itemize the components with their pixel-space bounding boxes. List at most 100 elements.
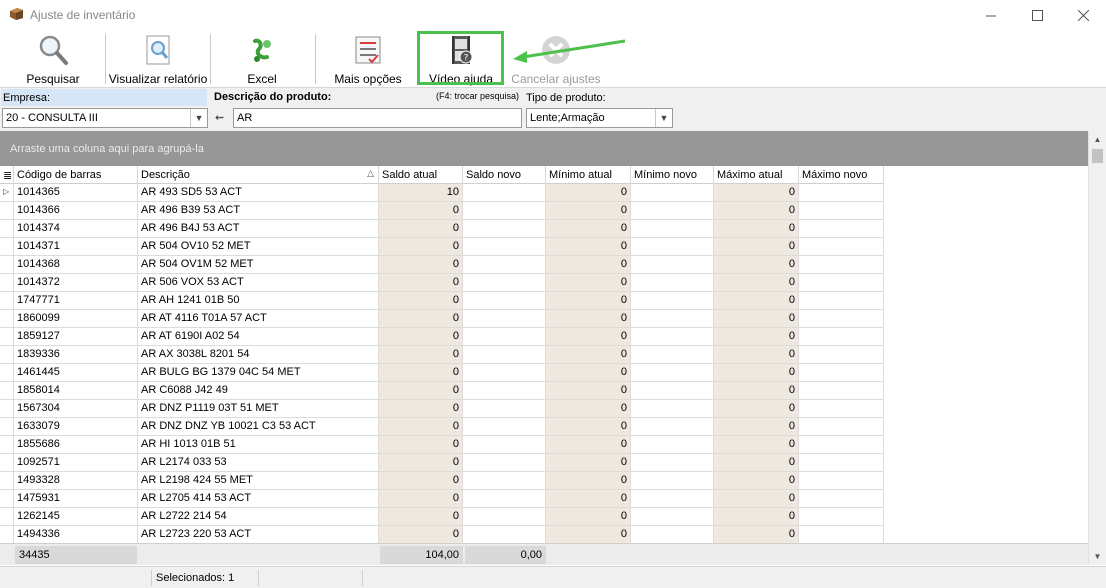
scroll-thumb[interactable]	[1092, 149, 1103, 163]
cell-maximo-novo[interactable]	[799, 220, 884, 237]
cell-maximo-novo[interactable]	[799, 292, 884, 309]
cell-minimo-novo[interactable]	[631, 436, 714, 453]
table-row[interactable]: 1014372 AR 506 VOX 53 ACT 0 0 0	[0, 274, 884, 292]
table-row[interactable]: 1014366 AR 496 B39 53 ACT 0 0 0	[0, 202, 884, 220]
column-header-saldo-novo[interactable]: Saldo novo	[463, 166, 546, 184]
cell-maximo-novo[interactable]	[799, 274, 884, 291]
column-header-minimo-novo[interactable]: Mínimo novo	[631, 166, 714, 184]
cell-minimo-novo[interactable]	[631, 274, 714, 291]
cell-saldo-novo[interactable]	[463, 256, 546, 273]
table-row[interactable]: 1475931 AR L2705 414 53 ACT 0 0 0	[0, 490, 884, 508]
cell-minimo-novo[interactable]	[631, 382, 714, 399]
cell-minimo-novo[interactable]	[631, 310, 714, 327]
minimize-button[interactable]	[968, 0, 1014, 30]
cell-minimo-novo[interactable]	[631, 508, 714, 525]
cell-saldo-novo[interactable]	[463, 472, 546, 489]
cell-maximo-novo[interactable]	[799, 454, 884, 471]
cell-maximo-novo[interactable]	[799, 256, 884, 273]
cell-saldo-novo[interactable]	[463, 184, 546, 201]
column-header-maximo-novo[interactable]: Máximo novo	[799, 166, 884, 184]
cell-minimo-novo[interactable]	[631, 292, 714, 309]
cell-minimo-novo[interactable]	[631, 220, 714, 237]
scroll-down-icon[interactable]: ▼	[1089, 548, 1106, 565]
cell-minimo-novo[interactable]	[631, 364, 714, 381]
cell-saldo-novo[interactable]	[463, 346, 546, 363]
cell-saldo-novo[interactable]	[463, 508, 546, 525]
table-row[interactable]: 1014371 AR 504 OV10 52 MET 0 0 0	[0, 238, 884, 256]
column-header-maximo-atual[interactable]: Máximo atual	[714, 166, 799, 184]
scroll-up-icon[interactable]: ▲	[1089, 131, 1106, 148]
cell-minimo-novo[interactable]	[631, 202, 714, 219]
table-row[interactable]: 1014374 AR 496 B4J 53 ACT 0 0 0	[0, 220, 884, 238]
table-row[interactable]: 1567304 AR DNZ P1119 03T 51 MET 0 0 0	[0, 400, 884, 418]
cell-maximo-novo[interactable]	[799, 328, 884, 345]
cell-maximo-novo[interactable]	[799, 238, 884, 255]
search-button[interactable]: Pesquisar	[20, 30, 86, 86]
cell-maximo-novo[interactable]	[799, 184, 884, 201]
cell-maximo-novo[interactable]	[799, 310, 884, 327]
more-options-button[interactable]: Mais opções	[330, 30, 406, 86]
group-by-panel[interactable]: Arraste uma coluna aqui para agrupá-la	[0, 131, 1088, 166]
table-row[interactable]: 1860099 AR AT 4116 T01A 57 ACT 0 0 0	[0, 310, 884, 328]
cell-maximo-novo[interactable]	[799, 418, 884, 435]
table-row[interactable]: ▷ 1014365 AR 493 SD5 53 ACT 10 0 0	[0, 184, 884, 202]
cell-saldo-novo[interactable]	[463, 202, 546, 219]
cell-saldo-novo[interactable]	[463, 400, 546, 417]
cell-minimo-novo[interactable]	[631, 184, 714, 201]
cell-saldo-novo[interactable]	[463, 310, 546, 327]
excel-button[interactable]: Excel	[231, 30, 293, 86]
cell-maximo-novo[interactable]	[799, 202, 884, 219]
cell-saldo-novo[interactable]	[463, 364, 546, 381]
cell-minimo-novo[interactable]	[631, 418, 714, 435]
column-chooser-icon[interactable]: ≣	[0, 166, 14, 184]
cell-saldo-novo[interactable]	[463, 418, 546, 435]
cell-maximo-novo[interactable]	[799, 346, 884, 363]
vertical-scrollbar[interactable]: ▲ ▼	[1088, 131, 1106, 565]
cell-maximo-novo[interactable]	[799, 490, 884, 507]
cell-maximo-novo[interactable]	[799, 400, 884, 417]
cell-minimo-novo[interactable]	[631, 346, 714, 363]
chevron-down-icon[interactable]: ▼	[655, 109, 672, 127]
table-row[interactable]: 1839336 AR AX 3038L 8201 54 0 0 0	[0, 346, 884, 364]
table-row[interactable]: 1858014 AR C6088 J42 49 0 0 0	[0, 382, 884, 400]
cell-maximo-novo[interactable]	[799, 436, 884, 453]
cell-minimo-novo[interactable]	[631, 328, 714, 345]
swap-search-icon[interactable]: ⇜	[215, 111, 231, 125]
chevron-down-icon[interactable]: ▼	[190, 109, 207, 127]
table-row[interactable]: 1855686 AR HI 1013 01B 51 0 0 0	[0, 436, 884, 454]
cell-saldo-novo[interactable]	[463, 220, 546, 237]
column-header-descricao[interactable]: Descrição △	[138, 166, 379, 184]
column-header-minimo-atual[interactable]: Mínimo atual	[546, 166, 631, 184]
cell-saldo-novo[interactable]	[463, 292, 546, 309]
tipo-select[interactable]: Lente;Armação ▼	[526, 108, 673, 128]
cell-saldo-novo[interactable]	[463, 382, 546, 399]
column-header-saldo-atual[interactable]: Saldo atual	[379, 166, 463, 184]
cell-maximo-novo[interactable]	[799, 382, 884, 399]
close-button[interactable]	[1060, 0, 1106, 30]
table-row[interactable]: 1493328 AR L2198 424 55 MET 0 0 0	[0, 472, 884, 490]
cell-saldo-novo[interactable]	[463, 436, 546, 453]
table-row[interactable]: 1633079 AR DNZ DNZ YB 10021 C3 53 ACT 0 0 0	[0, 418, 884, 436]
table-row[interactable]: 1461445 AR BULG BG 1379 04C 54 MET 0 0 0	[0, 364, 884, 382]
maximize-button[interactable]	[1014, 0, 1060, 30]
cell-minimo-novo[interactable]	[631, 526, 714, 543]
cell-saldo-novo[interactable]	[463, 328, 546, 345]
table-row[interactable]: 1859127 AR AT 6190I A02 54 0 0 0	[0, 328, 884, 346]
table-row[interactable]: 1747771 AR AH 1241 01B 50 0 0 0	[0, 292, 884, 310]
table-row[interactable]: 1494336 AR L2723 220 53 ACT 0 0 0	[0, 526, 884, 543]
table-row[interactable]: 1014368 AR 504 OV1M 52 MET 0 0 0	[0, 256, 884, 274]
cell-minimo-novo[interactable]	[631, 400, 714, 417]
cell-minimo-novo[interactable]	[631, 472, 714, 489]
table-row[interactable]: 1092571 AR L2174 033 53 0 0 0	[0, 454, 884, 472]
column-header-codigo[interactable]: Código de barras	[14, 166, 138, 184]
cell-minimo-novo[interactable]	[631, 256, 714, 273]
empresa-select[interactable]: 20 - CONSULTA III ▼	[2, 108, 208, 128]
report-preview-button[interactable]: Visualizar relatório	[108, 30, 208, 86]
cell-minimo-novo[interactable]	[631, 490, 714, 507]
cell-saldo-novo[interactable]	[463, 490, 546, 507]
cell-maximo-novo[interactable]	[799, 364, 884, 381]
cell-minimo-novo[interactable]	[631, 454, 714, 471]
descricao-input[interactable]: AR	[233, 108, 522, 128]
table-row[interactable]: 1262145 AR L2722 214 54 0 0 0	[0, 508, 884, 526]
cell-maximo-novo[interactable]	[799, 472, 884, 489]
